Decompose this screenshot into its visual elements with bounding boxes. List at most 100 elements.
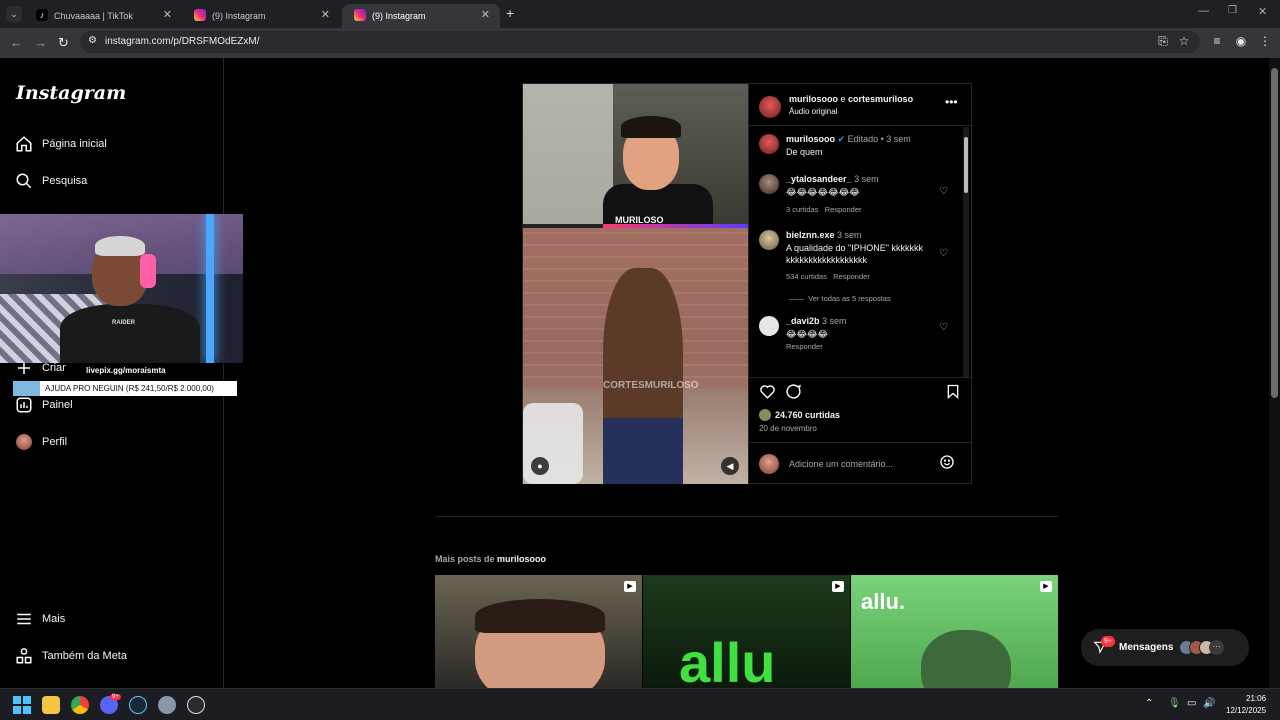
chrome-icon[interactable]	[71, 696, 89, 714]
nav-search[interactable]: Pesquisa	[14, 168, 87, 194]
avatar[interactable]	[759, 316, 779, 336]
save-bookmark-icon[interactable]	[945, 383, 961, 405]
tagged-users-icon[interactable]: ●	[531, 457, 549, 475]
comment: bielznn.exe 3 sem A qualidade do "IPHONE…	[759, 230, 959, 320]
comment-meta: Editado • 3 sem	[847, 134, 911, 144]
avatar[interactable]	[759, 134, 779, 154]
windows-start-icon[interactable]	[13, 696, 31, 714]
reload-icon[interactable]: ↻	[58, 35, 69, 51]
browser-toolbar: ← → ↻ ⚙ instagram.com/p/DRSFMOdEZxM/ ⎘ ☆…	[0, 28, 1280, 58]
more-posts-user[interactable]: murilosooo	[497, 554, 546, 564]
like-heart-icon[interactable]	[759, 383, 776, 405]
steam-icon[interactable]	[129, 696, 147, 714]
avatar	[14, 432, 34, 452]
comment-input[interactable]: Adicione um comentário...	[789, 459, 893, 469]
heart-icon[interactable]: ♡	[939, 248, 948, 259]
tiktok-icon: ♪	[36, 9, 48, 21]
post-authors[interactable]: murilosooo e cortesmurilo­so	[789, 94, 913, 104]
view-replies-link[interactable]: —— Ver todas as 5 respostas	[789, 294, 891, 303]
comment-time: 3 sem	[837, 230, 862, 240]
minimize-button[interactable]: —	[1198, 5, 1209, 17]
bookmark-star-icon[interactable]: ☆	[1177, 34, 1191, 48]
clock-date[interactable]: 12/12/2025	[1226, 706, 1266, 715]
microphone-icon[interactable]: 🎙	[1168, 698, 1181, 709]
post-date: 20 de novembro	[759, 424, 817, 433]
post-thumbnail[interactable]: allu. ▶	[851, 575, 1058, 688]
settings-gear-icon[interactable]	[158, 696, 176, 714]
messages-badge: 9+	[1101, 636, 1115, 647]
restore-button[interactable]: ❐	[1228, 5, 1237, 16]
heart-icon[interactable]: ♡	[939, 186, 948, 197]
emoji-icon[interactable]	[939, 454, 955, 475]
close-tab-icon[interactable]: ✕	[481, 8, 490, 21]
comments-scrollbar[interactable]	[963, 127, 969, 377]
close-tab-icon[interactable]: ✕	[321, 8, 330, 21]
instagram-logo[interactable]: Instagram	[16, 82, 126, 104]
meta-icon	[14, 646, 34, 666]
file-explorer-icon[interactable]	[42, 696, 60, 714]
new-tab-button[interactable]: +	[506, 5, 514, 21]
reply-link[interactable]: Responder	[833, 272, 870, 281]
media-icon[interactable]: ≡	[1210, 34, 1224, 48]
likes-count[interactable]: 24.760 curtidas	[775, 410, 840, 420]
install-app-icon[interactable]: ⎘	[1156, 34, 1170, 48]
comment-user[interactable]: murilosooo	[786, 134, 835, 144]
comment-user[interactable]: _ytalosandeer_	[786, 174, 852, 184]
more-options-icon[interactable]: •••	[945, 95, 958, 109]
more-menu-icon[interactable]: ⋮	[1258, 34, 1272, 48]
comment-likes[interactable]: 534 curtidas	[786, 272, 827, 281]
close-window-button[interactable]: ✕	[1258, 5, 1267, 18]
reply-link[interactable]: Responder	[786, 342, 823, 351]
comment-user[interactable]: _davi2b	[786, 316, 820, 326]
volume-icon[interactable]: 🔊	[1203, 698, 1215, 709]
tab-title: (9) Instagram	[212, 11, 266, 21]
network-icon[interactable]: ▭	[1187, 698, 1196, 709]
avatar[interactable]	[759, 174, 779, 194]
avatar[interactable]	[759, 230, 779, 250]
close-tab-icon[interactable]: ✕	[163, 8, 172, 21]
reel-icon: ▶	[624, 581, 636, 592]
site-info-icon[interactable]: ⚙	[88, 35, 97, 46]
post-thumbnail[interactable]: allu ▶	[643, 575, 850, 688]
profile-icon[interactable]: ◉	[1234, 34, 1248, 48]
tab-title: Chuvaaaaa | TikTok	[54, 11, 133, 21]
comment-bubble-icon[interactable]	[785, 383, 802, 405]
post-header: murilosooo e cortesmurilo­so Áudio origi…	[749, 84, 973, 126]
heart-icon[interactable]: ♡	[939, 322, 948, 333]
add-comment-bar: Adicione um comentário...	[749, 442, 973, 485]
tab-title: (9) Instagram	[372, 11, 426, 21]
messages-label: Mensagens	[1119, 642, 1174, 653]
nav-profile[interactable]: Perfil	[14, 429, 67, 455]
avatar[interactable]	[759, 96, 781, 118]
search-icon	[14, 171, 34, 191]
nav-also-from-meta[interactable]: Também da Meta	[14, 643, 127, 669]
headphones	[140, 254, 156, 288]
post-thumbnail[interactable]: ▶	[435, 575, 642, 688]
more-icon: ···	[1209, 640, 1224, 655]
nav-more[interactable]: Mais	[14, 606, 65, 632]
nav-home[interactable]: Página inicial	[14, 131, 107, 157]
menu-icon	[14, 609, 34, 629]
forward-arrow-icon[interactable]: →	[34, 35, 47, 50]
page-scrollbar[interactable]	[1269, 58, 1280, 688]
tab-instagram-2[interactable]: (9) Instagram ✕	[342, 4, 500, 28]
messages-button[interactable]: 9+ Mensagens ···	[1081, 629, 1249, 666]
post-modal: MURILOSO CORTESMURILOSO ● ◀ murilosooo e…	[522, 83, 973, 485]
post-video[interactable]: MURILOSO CORTESMURILOSO ● ◀	[523, 84, 748, 484]
tab-tiktok[interactable]: ♪ Chuvaaaaa | TikTok ✕	[24, 4, 182, 28]
shirt-text: RAIDER	[112, 320, 136, 326]
chevron-up-icon[interactable]: ⌃	[1145, 698, 1153, 709]
clock-app-icon[interactable]	[187, 696, 205, 714]
comments-list: murilosooo ✔ Editado • 3 sem De quem _yt…	[749, 127, 973, 377]
comment-user[interactable]: bielznn.exe	[786, 230, 835, 240]
comment-likes[interactable]: 3 curtidas	[786, 205, 819, 214]
audio-label[interactable]: Áudio original	[789, 107, 837, 116]
reply-link[interactable]: Responder	[825, 205, 862, 214]
nav-label: Pesquisa	[42, 175, 88, 187]
tab-instagram-1[interactable]: (9) Instagram ✕	[182, 4, 340, 28]
address-bar[interactable]: ⚙ instagram.com/p/DRSFMOdEZxM/	[80, 31, 1200, 53]
tab-search-button[interactable]: ⌄	[6, 6, 22, 22]
back-arrow-icon[interactable]: ←	[10, 35, 23, 50]
volume-icon[interactable]: ◀	[721, 457, 739, 475]
clock-time[interactable]: 21:06	[1246, 694, 1266, 703]
